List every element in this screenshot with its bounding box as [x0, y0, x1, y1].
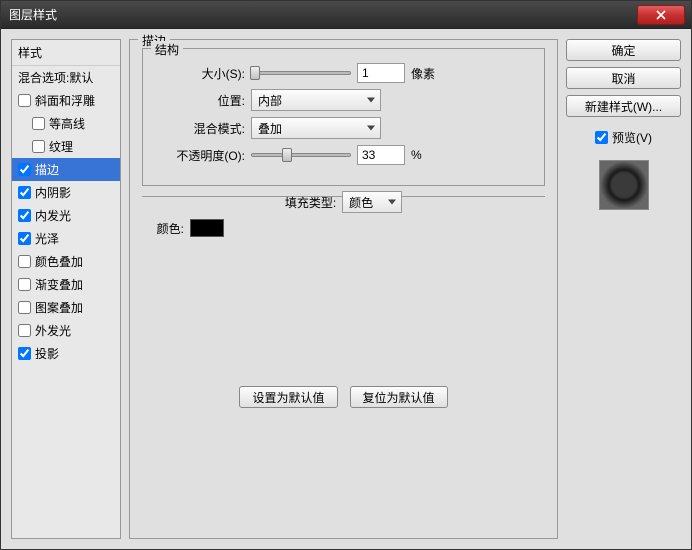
preview-label: 预览(V)	[612, 129, 652, 146]
right-panel: 确定 取消 新建样式(W)... 预览(V)	[566, 39, 681, 539]
sidebar-item[interactable]: 纹理	[12, 135, 120, 158]
blend-mode-label: 混合模式:	[155, 120, 245, 137]
sidebar-item-label: 投影	[35, 345, 59, 362]
titlebar[interactable]: 图层样式	[1, 1, 691, 29]
sidebar-item-label: 斜面和浮雕	[35, 92, 95, 109]
sidebar-item[interactable]: 等高线	[12, 112, 120, 135]
blend-mode-value: 叠加	[258, 120, 282, 137]
dialog-content: 样式 混合选项:默认 斜面和浮雕等高线纹理描边内阴影内发光光泽颜色叠加渐变叠加图…	[1, 29, 691, 549]
position-label: 位置:	[155, 92, 245, 109]
sidebar-blend-options[interactable]: 混合选项:默认	[12, 66, 120, 89]
size-label: 大小(S):	[155, 65, 245, 82]
stroke-group: 描边 结构 大小(S): 像素 位置: 内部	[129, 39, 558, 539]
sidebar-item[interactable]: 外发光	[12, 319, 120, 342]
new-style-button[interactable]: 新建样式(W)...	[566, 95, 681, 117]
structure-group: 结构 大小(S): 像素 位置: 内部	[142, 48, 545, 186]
styles-sidebar: 样式 混合选项:默认 斜面和浮雕等高线纹理描边内阴影内发光光泽颜色叠加渐变叠加图…	[11, 39, 121, 539]
ok-button[interactable]: 确定	[566, 39, 681, 61]
color-label: 颜色:	[154, 220, 184, 237]
sidebar-header: 样式	[12, 40, 120, 66]
fill-type-label: 填充类型:	[285, 194, 336, 211]
sidebar-item[interactable]: 光泽	[12, 227, 120, 250]
size-slider[interactable]	[251, 71, 351, 75]
blend-options-label: 混合选项:默认	[18, 69, 93, 86]
style-checkbox[interactable]	[32, 117, 45, 130]
close-button[interactable]	[637, 5, 685, 25]
sidebar-item-label: 颜色叠加	[35, 253, 83, 270]
sidebar-item-label: 渐变叠加	[35, 276, 83, 293]
size-unit: 像素	[411, 65, 435, 82]
opacity-slider-thumb[interactable]	[282, 148, 292, 162]
style-checkbox[interactable]	[18, 163, 31, 176]
preview-checkbox-row[interactable]: 预览(V)	[566, 129, 681, 146]
style-checkbox[interactable]	[18, 301, 31, 314]
sidebar-item-label: 纹理	[49, 138, 73, 155]
opacity-input[interactable]	[357, 145, 405, 165]
sidebar-item-label: 内阴影	[35, 184, 71, 201]
color-swatch[interactable]	[190, 219, 224, 237]
sidebar-item-label: 图案叠加	[35, 299, 83, 316]
style-checkbox[interactable]	[18, 94, 31, 107]
sidebar-item[interactable]: 内阴影	[12, 181, 120, 204]
reset-default-button[interactable]: 复位为默认值	[350, 386, 448, 408]
opacity-label: 不透明度(O):	[155, 147, 245, 164]
sidebar-item[interactable]: 图案叠加	[12, 296, 120, 319]
sidebar-item-label: 描边	[35, 161, 59, 178]
preview-thumbnail	[599, 160, 649, 210]
style-checkbox[interactable]	[18, 255, 31, 268]
blend-mode-select[interactable]: 叠加	[251, 117, 381, 139]
fill-group: 填充类型: 颜色 颜色:	[142, 196, 545, 255]
style-checkbox[interactable]	[18, 324, 31, 337]
fill-type-select[interactable]: 颜色	[342, 191, 402, 213]
position-value: 内部	[258, 92, 282, 109]
size-slider-thumb[interactable]	[250, 66, 260, 80]
style-checkbox[interactable]	[18, 186, 31, 199]
style-checkbox[interactable]	[18, 232, 31, 245]
size-input[interactable]	[357, 63, 405, 83]
opacity-unit: %	[411, 148, 422, 162]
sidebar-item[interactable]: 斜面和浮雕	[12, 89, 120, 112]
sidebar-item[interactable]: 渐变叠加	[12, 273, 120, 296]
sidebar-item[interactable]: 投影	[12, 342, 120, 365]
cancel-button[interactable]: 取消	[566, 67, 681, 89]
close-icon	[656, 10, 666, 20]
window-title: 图层样式	[9, 6, 57, 23]
opacity-slider[interactable]	[251, 153, 351, 157]
fill-type-value: 颜色	[349, 194, 373, 211]
main-panel: 描边 结构 大小(S): 像素 位置: 内部	[129, 39, 558, 539]
style-checkbox[interactable]	[18, 278, 31, 291]
position-select[interactable]: 内部	[251, 89, 381, 111]
style-checkbox[interactable]	[18, 347, 31, 360]
sidebar-item-label: 内发光	[35, 207, 71, 224]
layer-style-dialog: 图层样式 样式 混合选项:默认 斜面和浮雕等高线纹理描边内阴影内发光光泽颜色叠加…	[0, 0, 692, 550]
sidebar-item-label: 光泽	[35, 230, 59, 247]
sidebar-item[interactable]: 内发光	[12, 204, 120, 227]
set-default-button[interactable]: 设置为默认值	[239, 386, 337, 408]
sidebar-item[interactable]: 颜色叠加	[12, 250, 120, 273]
sidebar-item-label: 等高线	[49, 115, 85, 132]
preview-checkbox[interactable]	[595, 131, 608, 144]
sidebar-item[interactable]: 描边	[12, 158, 120, 181]
style-checkbox[interactable]	[32, 140, 45, 153]
structure-title: 结构	[151, 41, 183, 58]
style-checkbox[interactable]	[18, 209, 31, 222]
sidebar-item-label: 外发光	[35, 322, 71, 339]
